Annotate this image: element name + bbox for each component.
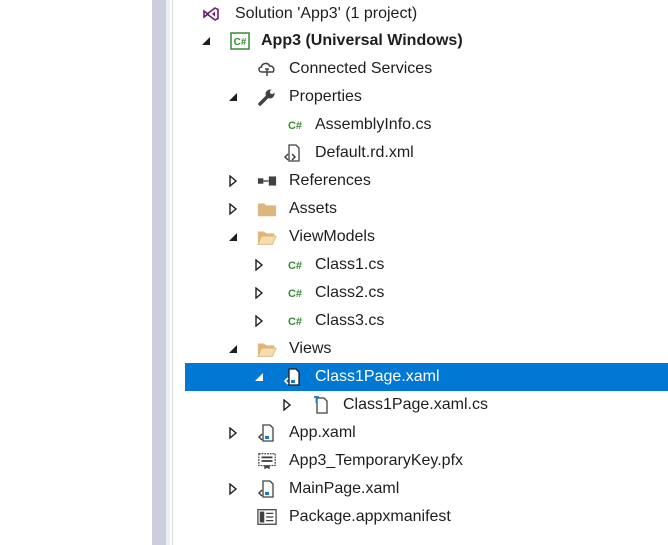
tree-item-label: Default.rd.xml xyxy=(315,144,414,161)
csharp-file-icon: C# xyxy=(285,283,305,303)
svg-text:C#: C# xyxy=(234,37,247,48)
collapsed-arrow-icon[interactable] xyxy=(251,307,267,335)
collapsed-arrow-icon[interactable] xyxy=(225,475,241,503)
tree-item-label: Properties xyxy=(289,88,362,105)
collapsed-arrow-icon[interactable] xyxy=(279,391,295,419)
collapsed-arrow-icon[interactable] xyxy=(251,251,267,279)
tree-item-views[interactable]: Views xyxy=(185,335,668,363)
tree-item-label: AssemblyInfo.cs xyxy=(315,116,432,133)
csharp-file-icon: C# xyxy=(285,255,305,275)
expanded-arrow-icon[interactable] xyxy=(251,363,267,391)
collapsed-arrow-icon[interactable] xyxy=(225,195,241,223)
collapsed-arrow-icon[interactable] xyxy=(225,167,241,195)
tree-item-label: App3_TemporaryKey.pfx xyxy=(289,452,464,469)
csharp-file-icon: C# xyxy=(285,115,305,135)
tree-item-class1page-xaml-cs[interactable]: Class1Page.xaml.cs xyxy=(185,391,668,419)
tree-item-label: Class3.cs xyxy=(315,312,385,329)
solution-label: Solution 'App3' (1 project) xyxy=(235,5,418,22)
expanded-arrow-icon[interactable] xyxy=(225,335,241,363)
collapsed-arrow-icon[interactable] xyxy=(225,419,241,447)
tree-item-label: ViewModels xyxy=(289,228,375,245)
tree-item-temporary-key-pfx[interactable]: App3_TemporaryKey.pfx xyxy=(185,447,668,475)
expanded-arrow-icon[interactable] xyxy=(198,27,214,55)
tree-item-properties[interactable]: Properties xyxy=(185,83,668,111)
open-folder-icon xyxy=(257,339,277,359)
tree-item-label: Class1Page.xaml.cs xyxy=(343,396,488,413)
tree-item-label: Assets xyxy=(289,200,338,217)
pane-splitter-edge xyxy=(166,0,170,545)
tree-item-class1-cs[interactable]: C# Class1.cs xyxy=(185,251,668,279)
tree-item-app-xaml[interactable]: App.xaml xyxy=(185,419,668,447)
xaml-file-icon xyxy=(257,423,277,443)
tree-item-references[interactable]: References xyxy=(185,167,668,195)
tree-item-mainpage-xaml[interactable]: MainPage.xaml xyxy=(185,475,668,503)
pane-splitter[interactable] xyxy=(152,0,166,545)
csharp-project-icon: C# xyxy=(230,31,250,51)
folder-icon xyxy=(257,199,277,219)
project-label: App3 (Universal Windows) xyxy=(261,32,463,49)
svg-text:C#: C# xyxy=(288,316,302,328)
tree-item-class2-cs[interactable]: C# Class2.cs xyxy=(185,279,668,307)
collapsed-arrow-icon[interactable] xyxy=(251,279,267,307)
tree-item-class1page-xaml[interactable]: Class1Page.xaml xyxy=(185,363,668,391)
code-behind-file-icon xyxy=(311,395,331,415)
visual-studio-solution-icon xyxy=(201,4,221,24)
tree-item-connected-services[interactable]: Connected Services xyxy=(185,55,668,83)
csharp-file-icon: C# xyxy=(285,311,305,331)
wrench-icon xyxy=(257,87,277,107)
tree-item-project[interactable]: C# App3 (Universal Windows) xyxy=(185,27,668,55)
tree-item-label: References xyxy=(289,172,371,189)
open-folder-icon xyxy=(257,227,277,247)
svg-text:C#: C# xyxy=(288,288,302,300)
expanded-arrow-icon[interactable] xyxy=(225,223,241,251)
tree-item-label: App.xaml xyxy=(289,424,356,441)
tree-item-label: Class1Page.xaml xyxy=(315,368,440,385)
xml-file-icon xyxy=(283,143,303,163)
expanded-arrow-icon[interactable] xyxy=(225,83,241,111)
left-pane xyxy=(0,0,152,545)
tree-item-class3-cs[interactable]: C# Class3.cs xyxy=(185,307,668,335)
cloud-services-icon xyxy=(257,59,277,79)
tree-item-label: Connected Services xyxy=(289,60,433,77)
xaml-file-icon xyxy=(283,367,303,387)
tree-item-solution[interactable]: Solution 'App3' (1 project) xyxy=(185,0,668,28)
tree-item-default-rd-xml[interactable]: Default.rd.xml xyxy=(185,139,668,167)
manifest-icon xyxy=(257,507,277,527)
svg-text:C#: C# xyxy=(288,120,302,132)
tree-item-label: Class2.cs xyxy=(315,284,385,301)
certificate-icon xyxy=(257,451,277,471)
tree-item-package-appxmanifest[interactable]: Package.appxmanifest xyxy=(185,503,668,531)
tree-item-assets[interactable]: Assets xyxy=(185,195,668,223)
tree-item-assemblyinfo[interactable]: C# AssemblyInfo.cs xyxy=(185,111,668,139)
tree-item-label: Class1.cs xyxy=(315,256,385,273)
tree-item-viewmodels[interactable]: ViewModels xyxy=(185,223,668,251)
pane-border xyxy=(172,0,173,545)
tree-item-label: MainPage.xaml xyxy=(289,480,400,497)
tree-item-label: Views xyxy=(289,340,332,357)
svg-text:C#: C# xyxy=(288,260,302,272)
tree-item-label: Package.appxmanifest xyxy=(289,508,451,525)
references-icon xyxy=(257,171,277,191)
xaml-file-icon xyxy=(257,479,277,499)
